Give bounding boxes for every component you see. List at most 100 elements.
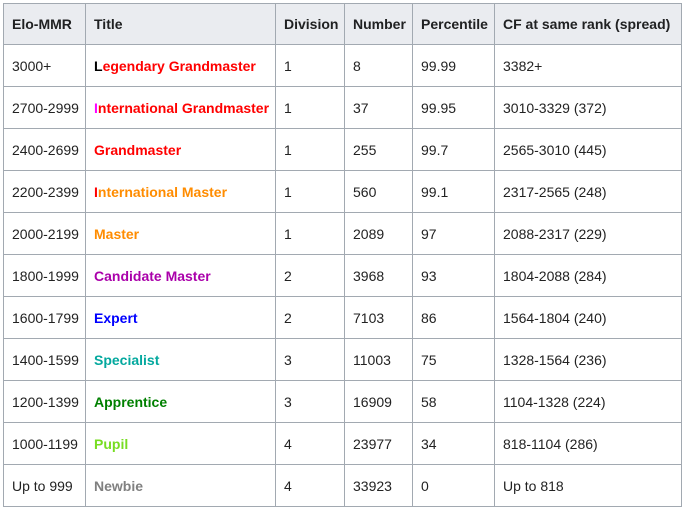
rank-title-first-letter: L	[94, 57, 103, 74]
rank-title-text: nternational Grandmaster	[97, 99, 270, 116]
cell-elo-mmr: 3000+	[3, 44, 86, 87]
cell-number: 16909	[344, 380, 413, 423]
cell-cf-spread: Up to 818	[494, 464, 682, 507]
rank-table: Elo-MMR Title Division Number Percentile…	[3, 3, 682, 507]
cell-elo-mmr: 1800-1999	[3, 254, 86, 297]
cell-title: Legendary Grandmaster	[85, 44, 276, 87]
cell-elo-mmr: 1600-1799	[3, 296, 86, 339]
cell-number: 7103	[344, 296, 413, 339]
cell-elo-mmr: Up to 999	[3, 464, 86, 507]
table-row: 1400-1599 Specialist 3 11003 75 1328-1564 (23…	[3, 338, 682, 381]
rank-title: Expert	[94, 310, 138, 326]
cell-title: International Grandmaster	[85, 86, 276, 129]
cell-number: 23977	[344, 422, 413, 465]
table-body: 3000+ Legendary Grandmaster 1 8 99.99 3382+ 27…	[3, 44, 682, 507]
rank-title: Legendary Grandmaster	[94, 58, 256, 74]
table-row: 2000-2199 Master 1 2089 97 2088-2317 (229)	[3, 212, 682, 255]
cell-elo-mmr: 1000-1199	[3, 422, 86, 465]
cell-title: Apprentice	[85, 380, 276, 423]
cell-cf-spread: 1328-1564 (236)	[494, 338, 682, 381]
cell-division: 1	[275, 44, 345, 87]
cell-cf-spread: 2088-2317 (229)	[494, 212, 682, 255]
cell-title: Candidate Master	[85, 254, 276, 297]
cell-percentile: 99.95	[412, 86, 495, 129]
table-row: 2400-2699 Grandmaster 1 255 99.7 2565-3010 (4…	[3, 128, 682, 171]
rank-title-text: egendary Grandmaster	[102, 57, 256, 74]
cell-division: 1	[275, 212, 345, 255]
rank-title-text: Grandmaster	[94, 141, 182, 158]
table-row: 3000+ Legendary Grandmaster 1 8 99.99 3382+	[3, 44, 682, 87]
cell-title: Master	[85, 212, 276, 255]
cell-percentile: 75	[412, 338, 495, 381]
cell-percentile: 0	[412, 464, 495, 507]
cell-division: 1	[275, 170, 345, 213]
cell-division: 4	[275, 422, 345, 465]
cell-cf-spread: 2565-3010 (445)	[494, 128, 682, 171]
cell-title: Newbie	[85, 464, 276, 507]
cell-title: Specialist	[85, 338, 276, 381]
table-row: 1000-1199 Pupil 4 23977 34 818-1104 (286)	[3, 422, 682, 465]
cell-cf-spread: 2317-2565 (248)	[494, 170, 682, 213]
rank-title-text: Newbie	[94, 477, 144, 494]
cell-cf-spread: 1804-2088 (284)	[494, 254, 682, 297]
cell-percentile: 34	[412, 422, 495, 465]
cell-elo-mmr: 2400-2699	[3, 128, 86, 171]
header-elo-mmr: Elo-MMR	[3, 3, 86, 45]
cell-division: 3	[275, 380, 345, 423]
cell-cf-spread: 3010-3329 (372)	[494, 86, 682, 129]
cell-number: 3968	[344, 254, 413, 297]
header-percentile: Percentile	[412, 3, 495, 45]
header-cf-spread: CF at same rank (spread)	[494, 3, 682, 45]
cell-division: 3	[275, 338, 345, 381]
rank-title: Master	[94, 226, 139, 242]
cell-percentile: 97	[412, 212, 495, 255]
cell-elo-mmr: 1200-1399	[3, 380, 86, 423]
cell-percentile: 99.1	[412, 170, 495, 213]
cell-percentile: 99.7	[412, 128, 495, 171]
cell-number: 2089	[344, 212, 413, 255]
table-row: 1600-1799 Expert 2 7103 86 1564-1804 (240)	[3, 296, 682, 339]
header-division: Division	[275, 3, 345, 45]
cell-title: International Master	[85, 170, 276, 213]
rank-title: Specialist	[94, 352, 159, 368]
cell-title: Grandmaster	[85, 128, 276, 171]
table-row: 2200-2399 International Master 1 560 99.1 231…	[3, 170, 682, 213]
cell-elo-mmr: 2700-2999	[3, 86, 86, 129]
header-number: Number	[344, 3, 413, 45]
rank-title: Newbie	[94, 478, 143, 494]
cell-percentile: 93	[412, 254, 495, 297]
cell-number: 8	[344, 44, 413, 87]
cell-number: 37	[344, 86, 413, 129]
cell-cf-spread: 818-1104 (286)	[494, 422, 682, 465]
rank-title-text: Apprentice	[94, 393, 168, 410]
rank-title: Pupil	[94, 436, 128, 452]
cell-title: Pupil	[85, 422, 276, 465]
cell-division: 1	[275, 86, 345, 129]
cell-percentile: 58	[412, 380, 495, 423]
cell-percentile: 86	[412, 296, 495, 339]
rank-title-text: Candidate Master	[94, 267, 211, 284]
cell-percentile: 99.99	[412, 44, 495, 87]
rank-title: International Master	[94, 184, 227, 200]
rank-title-text: Specialist	[94, 351, 160, 368]
cell-division: 2	[275, 296, 345, 339]
cell-number: 560	[344, 170, 413, 213]
table-header-row: Elo-MMR Title Division Number Percentile…	[3, 3, 682, 45]
cell-cf-spread: 1104-1328 (224)	[494, 380, 682, 423]
rank-title-text: nternational Master	[97, 183, 228, 200]
cell-division: 2	[275, 254, 345, 297]
rank-title: Apprentice	[94, 394, 167, 410]
rank-title-text: Pupil	[94, 435, 129, 452]
cell-elo-mmr: 1400-1599	[3, 338, 86, 381]
cell-elo-mmr: 2000-2199	[3, 212, 86, 255]
table-row: 1800-1999 Candidate Master 2 3968 93 1804-208…	[3, 254, 682, 297]
rank-title-text: Master	[94, 225, 140, 242]
cell-cf-spread: 1564-1804 (240)	[494, 296, 682, 339]
table-row: 1200-1399 Apprentice 3 16909 58 1104-1328 (22…	[3, 380, 682, 423]
rank-title: International Grandmaster	[94, 100, 269, 116]
cell-number: 33923	[344, 464, 413, 507]
cell-cf-spread: 3382+	[494, 44, 682, 87]
rank-title: Candidate Master	[94, 268, 211, 284]
cell-elo-mmr: 2200-2399	[3, 170, 86, 213]
cell-title: Expert	[85, 296, 276, 339]
